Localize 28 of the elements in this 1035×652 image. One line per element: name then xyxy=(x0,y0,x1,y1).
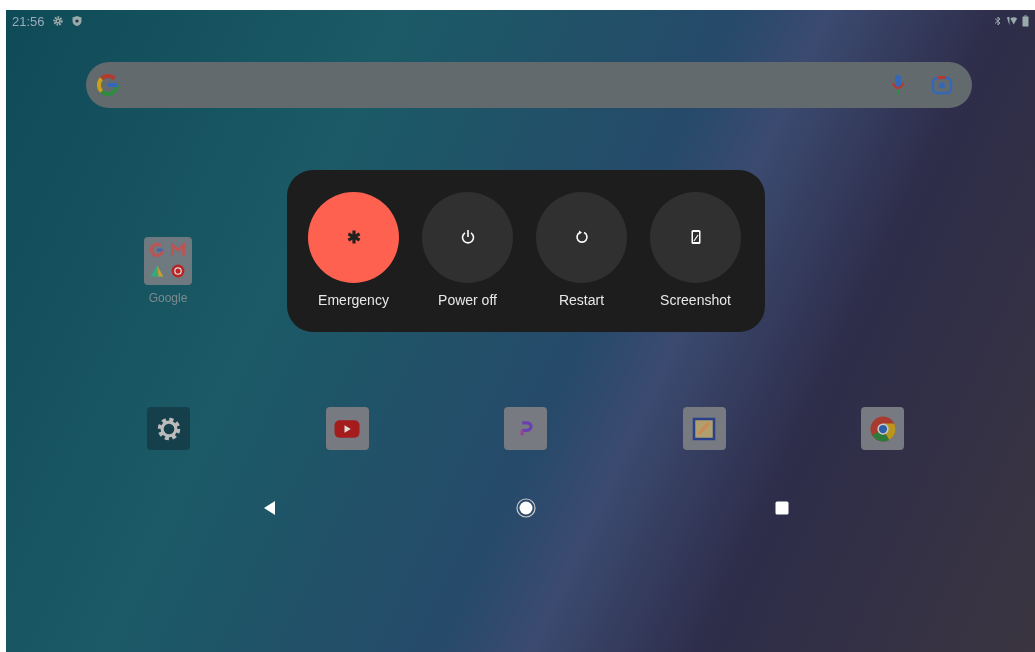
power-menu-label: Screenshot xyxy=(660,291,731,308)
battery-icon xyxy=(1022,15,1029,27)
browser-app-icon[interactable] xyxy=(861,407,904,450)
wifi-icon xyxy=(1006,15,1018,27)
settings-app-icon[interactable] xyxy=(147,407,190,450)
mail-icon xyxy=(170,241,186,258)
google-logo-icon xyxy=(96,73,120,97)
notes-app-icon[interactable] xyxy=(682,407,726,450)
recents-icon[interactable] xyxy=(774,500,790,516)
power-icon xyxy=(459,229,476,245)
g-logo-icon xyxy=(149,241,165,258)
power-menu-label: Emergency xyxy=(318,291,389,308)
back-icon[interactable] xyxy=(262,500,278,516)
bluetooth-icon xyxy=(994,15,1002,27)
letter-app-icon[interactable] xyxy=(504,407,547,450)
app-folder[interactable] xyxy=(144,236,192,285)
folder-label: Google xyxy=(148,290,188,305)
status-time: 21:56 xyxy=(12,13,45,29)
shield-icon xyxy=(70,15,83,27)
video-app-icon[interactable] xyxy=(325,407,369,450)
music-disc-icon xyxy=(170,262,186,279)
asterisk-icon xyxy=(345,229,362,245)
home-icon[interactable] xyxy=(516,498,536,518)
microphone-icon[interactable] xyxy=(890,73,906,97)
restart-icon xyxy=(573,229,590,245)
power-menu-label: Power off xyxy=(438,291,497,308)
power-menu-label: Restart xyxy=(558,291,605,308)
gear-icon xyxy=(51,15,64,27)
